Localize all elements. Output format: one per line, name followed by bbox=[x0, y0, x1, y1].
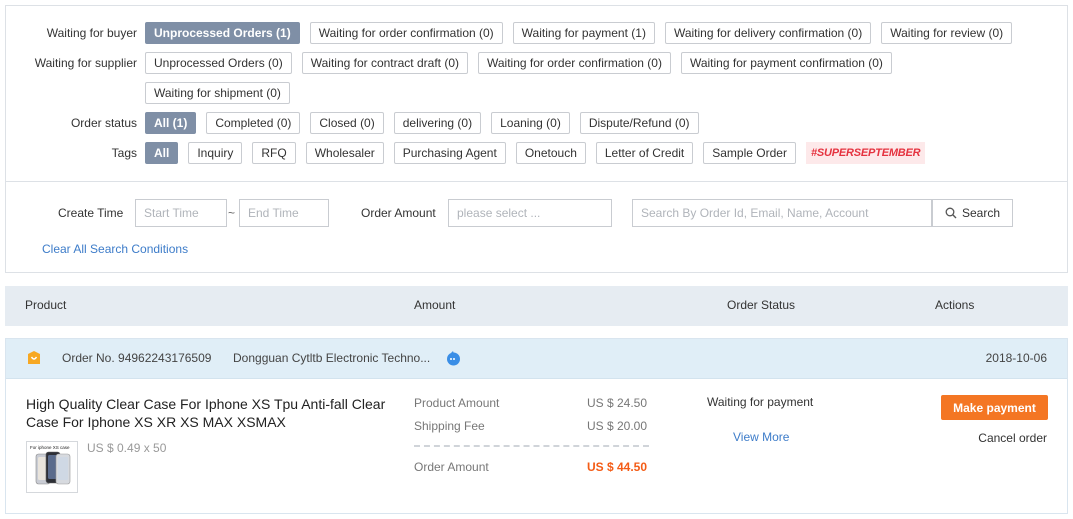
order-amount-select[interactable] bbox=[448, 199, 612, 227]
create-time-label: Create Time bbox=[58, 206, 124, 220]
order-amount-label: Order Amount bbox=[361, 206, 436, 220]
chip-tag-rfq[interactable]: RFQ bbox=[252, 142, 296, 164]
chip-group-buyer: Unprocessed Orders (1) Waiting for order… bbox=[145, 22, 1013, 44]
chip-buyer-delivery-confirmation[interactable]: Waiting for delivery confirmation (0) bbox=[664, 22, 872, 44]
chip-tag-sample-order[interactable]: Sample Order bbox=[703, 142, 796, 164]
order-status-text: Waiting for payment bbox=[707, 395, 814, 409]
chip-group-supplier-2: Waiting for shipment (0) bbox=[145, 82, 290, 104]
chip-tag-wholesaler[interactable]: Wholesaler bbox=[305, 142, 384, 164]
search-button-label: Search bbox=[961, 206, 1001, 220]
chip-supplier-shipment[interactable]: Waiting for shipment (0) bbox=[145, 82, 290, 104]
chip-status-all[interactable]: All (1) bbox=[145, 112, 197, 134]
order-date: 2018-10-06 bbox=[985, 351, 1047, 365]
phone-case-image: For iphone XS case bbox=[27, 442, 77, 492]
order-number: Order No. 94962243176509 bbox=[62, 351, 212, 365]
product-amount-label: Product Amount bbox=[414, 396, 500, 410]
chip-buyer-review[interactable]: Waiting for review (0) bbox=[881, 22, 1013, 44]
order-card: Order No. 94962243176509 Dongguan Cytltb… bbox=[5, 338, 1068, 514]
chip-supplier-payment-confirmation[interactable]: Waiting for payment confirmation (0) bbox=[680, 52, 892, 74]
shipping-fee-label: Shipping Fee bbox=[414, 419, 485, 433]
supplier-name[interactable]: Dongguan Cytltb Electronic Techno... bbox=[233, 339, 430, 377]
cancel-order-link[interactable]: Cancel order bbox=[978, 431, 1047, 445]
amount-divider bbox=[414, 445, 649, 447]
filter-row-buyer: Waiting for buyer Unprocessed Orders (1)… bbox=[6, 22, 1067, 44]
view-more-link[interactable]: View More bbox=[733, 430, 789, 444]
filter-row-supplier-2: Waiting for shipment (0) bbox=[6, 82, 1067, 104]
shop-bag-icon bbox=[28, 351, 40, 364]
search-row: Create Time ~ Order Amount Search bbox=[6, 199, 1067, 227]
search-button[interactable]: Search bbox=[932, 199, 1013, 227]
chip-buyer-payment[interactable]: Waiting for payment (1) bbox=[512, 22, 655, 44]
search-input[interactable] bbox=[632, 199, 932, 227]
chip-supplier-order-confirmation[interactable]: Waiting for order confirmation (0) bbox=[478, 52, 671, 74]
start-time-input[interactable] bbox=[135, 199, 227, 227]
chip-status-loaning[interactable]: Loaning (0) bbox=[491, 112, 570, 134]
order-amount-total-value: US $ 44.50 bbox=[586, 460, 647, 474]
chip-tag-purchasing-agent[interactable]: Purchasing Agent bbox=[393, 142, 506, 164]
filter-label-status: Order status bbox=[70, 116, 137, 130]
clear-search-link[interactable]: Clear All Search Conditions bbox=[42, 242, 188, 256]
chip-tag-onetouch[interactable]: Onetouch bbox=[515, 142, 586, 164]
chip-group-supplier: Unprocessed Orders (0) Waiting for contr… bbox=[145, 52, 892, 74]
filter-label-supplier: Waiting for supplier bbox=[34, 56, 137, 70]
shipping-fee-value: US $ 20.00 bbox=[586, 419, 647, 433]
chip-group-status: All (1) Completed (0) Closed (0) deliver… bbox=[145, 112, 699, 134]
order-table-header: Product Amount Order Status Actions bbox=[5, 286, 1068, 326]
chip-status-closed[interactable]: Closed (0) bbox=[310, 112, 384, 134]
chip-supplier-unprocessed[interactable]: Unprocessed Orders (0) bbox=[145, 52, 292, 74]
chip-status-completed[interactable]: Completed (0) bbox=[206, 112, 301, 134]
filter-divider bbox=[6, 181, 1067, 182]
header-product: Product bbox=[25, 298, 67, 312]
filter-row-status: Order status All (1) Completed (0) Close… bbox=[6, 112, 1067, 134]
unit-price: US $ 0.49 x 50 bbox=[87, 441, 167, 455]
search-icon bbox=[945, 207, 957, 219]
filter-label-buyer: Waiting for buyer bbox=[46, 26, 137, 40]
header-actions: Actions bbox=[935, 298, 975, 312]
filter-row-supplier: Waiting for supplier Unprocessed Orders … bbox=[6, 52, 1067, 74]
chip-group-tags: All Inquiry RFQ Wholesaler Purchasing Ag… bbox=[145, 142, 926, 164]
product-title[interactable]: High Quality Clear Case For Iphone XS Tp… bbox=[26, 395, 396, 431]
chip-tag-all[interactable]: All bbox=[145, 142, 179, 164]
filter-panel: Waiting for buyer Unprocessed Orders (1)… bbox=[5, 5, 1068, 273]
product-thumbnail[interactable]: For iphone XS case bbox=[26, 441, 78, 493]
header-order-status: Order Status bbox=[727, 298, 796, 312]
chip-status-delivering[interactable]: delivering (0) bbox=[393, 112, 482, 134]
thumbnail-caption: For iphone XS case bbox=[30, 445, 70, 450]
make-payment-button[interactable]: Make payment bbox=[941, 395, 1048, 420]
end-time-input[interactable] bbox=[239, 199, 329, 227]
chip-buyer-order-confirmation[interactable]: Waiting for order confirmation (0) bbox=[309, 22, 503, 44]
chip-tag-inquiry[interactable]: Inquiry bbox=[188, 142, 243, 164]
promo-tag-supersept[interactable]: #SUPERSEPTEMBER bbox=[805, 142, 926, 164]
chip-supplier-contract-draft[interactable]: Waiting for contract draft (0) bbox=[301, 52, 468, 74]
header-amount: Amount bbox=[414, 298, 456, 312]
range-tilde: ~ bbox=[228, 206, 236, 220]
order-card-header: Order No. 94962243176509 Dongguan Cytltb… bbox=[6, 339, 1067, 379]
chip-tag-letter-of-credit[interactable]: Letter of Credit bbox=[595, 142, 694, 164]
chip-status-dispute[interactable]: Dispute/Refund (0) bbox=[579, 112, 699, 134]
chat-icon[interactable] bbox=[446, 351, 461, 366]
order-amount-total-label: Order Amount bbox=[414, 460, 489, 474]
product-amount-value: US $ 24.50 bbox=[586, 396, 647, 410]
chip-buyer-unprocessed[interactable]: Unprocessed Orders (1) bbox=[145, 22, 300, 44]
filter-label-tags: Tags bbox=[111, 146, 137, 160]
filter-row-tags: Tags All Inquiry RFQ Wholesaler Purchasi… bbox=[6, 142, 1067, 164]
